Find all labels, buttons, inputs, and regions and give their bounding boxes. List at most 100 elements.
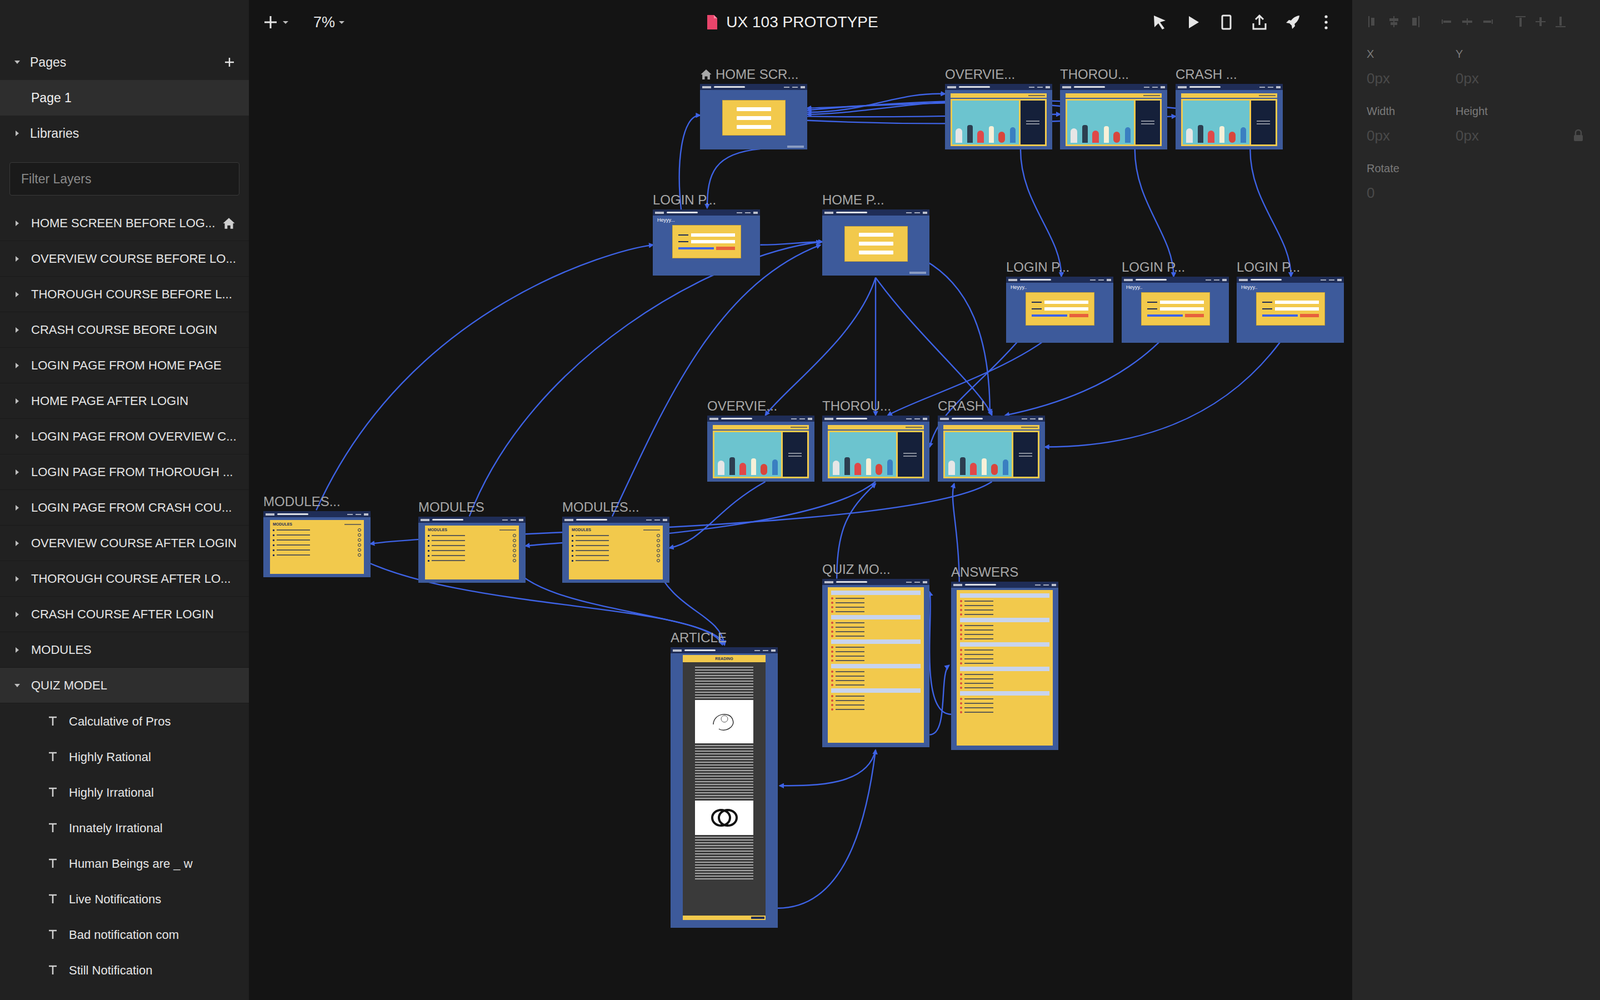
artboard[interactable] bbox=[937, 415, 1045, 482]
pages-title: Pages bbox=[30, 52, 215, 73]
artboard-label[interactable]: QUIZ MO... bbox=[822, 562, 891, 577]
layer-item[interactable]: HOME SCREEN BEFORE LOG... bbox=[0, 205, 249, 242]
lock-button[interactable] bbox=[1571, 124, 1586, 147]
align-button[interactable] bbox=[1533, 14, 1548, 29]
greeting-text: Heyyy.. bbox=[1010, 284, 1109, 291]
text-layer-icon bbox=[46, 928, 59, 941]
artboard-label[interactable]: ARTICLE bbox=[670, 630, 727, 645]
align-icon bbox=[1533, 15, 1548, 29]
layer-item[interactable]: OVERVIEW COURSE AFTER LOGIN bbox=[0, 525, 249, 562]
artboard-label[interactable]: HOME P... bbox=[822, 192, 885, 208]
artboard[interactable] bbox=[700, 83, 808, 150]
artboard[interactable] bbox=[822, 578, 930, 748]
align-button[interactable] bbox=[1386, 14, 1402, 29]
zoom-level: 7% bbox=[313, 11, 335, 34]
artboard[interactable] bbox=[945, 83, 1053, 150]
layer-item[interactable]: LOGIN PAGE FROM HOME PAGE bbox=[0, 347, 249, 384]
artboard[interactable] bbox=[822, 415, 930, 482]
artboard[interactable]: MODULES bbox=[418, 516, 526, 583]
layer-item[interactable]: CRASH COURSE BEORE LOGIN bbox=[0, 312, 249, 348]
artboard-label[interactable]: MODULES... bbox=[263, 494, 341, 509]
caret-right-icon bbox=[13, 290, 22, 299]
align-button[interactable] bbox=[1513, 14, 1528, 29]
more-button[interactable] bbox=[1316, 12, 1336, 32]
artboard-label[interactable]: LOGIN P... bbox=[1006, 260, 1070, 275]
home-icon bbox=[700, 68, 713, 81]
course-illustration bbox=[945, 432, 1012, 477]
align-button[interactable] bbox=[1460, 14, 1475, 29]
field-value[interactable]: 0 bbox=[1366, 182, 1456, 204]
artboard[interactable] bbox=[707, 415, 815, 482]
layer-item[interactable]: HOME PAGE AFTER LOGIN bbox=[0, 383, 249, 419]
artboard[interactable] bbox=[1060, 83, 1168, 150]
artboard-label[interactable]: ANSWERS bbox=[951, 565, 1019, 580]
artboard-title: OVERVIE... bbox=[945, 67, 1015, 82]
field-value[interactable]: 0px bbox=[1455, 125, 1545, 147]
artboard-label[interactable]: OVERVIE... bbox=[707, 398, 778, 414]
publish-rocket-button[interactable] bbox=[1283, 12, 1303, 32]
artboard[interactable]: Heyyy.. bbox=[1006, 276, 1114, 343]
artboard-label[interactable]: LOGIN P... bbox=[1236, 260, 1300, 275]
layer-item[interactable]: THOROUGH COURSE AFTER LO... bbox=[0, 561, 249, 597]
pages-header[interactable]: Pages bbox=[0, 44, 249, 80]
artboard[interactable] bbox=[951, 581, 1059, 750]
share-button[interactable] bbox=[1250, 12, 1269, 32]
page-item[interactable]: Page 1 bbox=[0, 80, 249, 116]
align-button[interactable] bbox=[1553, 14, 1568, 29]
layer-child-item[interactable]: Human Beings are _ w bbox=[0, 845, 249, 882]
canvas[interactable]: 7%UX 103 PROTOTYPE HOME SCR...OVERVIE...… bbox=[248, 0, 1353, 1000]
artboard-label[interactable]: CRASH bbox=[937, 398, 985, 414]
layer-child-item[interactable]: Live Notifications bbox=[0, 881, 249, 917]
libraries-item[interactable]: Libraries bbox=[0, 115, 249, 152]
artboard-label[interactable]: THOROU... bbox=[1060, 67, 1129, 82]
artboard[interactable]: Heyyy.. bbox=[1236, 276, 1344, 343]
layer-item[interactable]: LOGIN PAGE FROM CRASH COU... bbox=[0, 490, 249, 526]
field-label: Height bbox=[1455, 102, 1545, 120]
cursor-button[interactable] bbox=[1150, 12, 1169, 32]
layer-child-item[interactable]: Highly Irrational bbox=[0, 774, 249, 810]
layer-child-item[interactable]: Calculative of Pros bbox=[0, 703, 249, 739]
layer-child-item[interactable]: Innately Irrational bbox=[0, 810, 249, 846]
layer-item[interactable]: LOGIN PAGE FROM OVERVIEW C... bbox=[0, 418, 249, 455]
play-icon bbox=[1184, 13, 1202, 31]
layer-item[interactable]: CRASH COURSE AFTER LOGIN bbox=[0, 596, 249, 633]
artboard-title: ARTICLE bbox=[670, 630, 727, 645]
play-button[interactable] bbox=[1183, 12, 1203, 32]
layer-item[interactable]: THOROUGH COURSE BEFORE L... bbox=[0, 276, 249, 313]
align-button[interactable] bbox=[1480, 14, 1495, 29]
artboard-title: MODULES bbox=[418, 500, 485, 515]
layer-item[interactable]: OVERVIEW COURSE BEFORE LO... bbox=[0, 241, 249, 277]
field-value[interactable]: 0px bbox=[1366, 125, 1456, 147]
align-button[interactable] bbox=[1440, 14, 1455, 29]
artboard-label[interactable]: HOME SCR... bbox=[700, 67, 799, 82]
align-button[interactable] bbox=[1366, 14, 1382, 29]
artboard-label[interactable]: MODULES... bbox=[562, 500, 640, 515]
field-value[interactable]: 0px bbox=[1455, 67, 1545, 90]
layer-child-item[interactable]: Still Notification bbox=[0, 952, 249, 988]
layer-item[interactable]: LOGIN PAGE FROM THOROUGH ... bbox=[0, 454, 249, 490]
artboard-label[interactable]: LOGIN P... bbox=[1121, 260, 1185, 275]
artboard[interactable]: MODULES bbox=[562, 516, 670, 583]
artboard[interactable]: READING bbox=[670, 647, 778, 928]
artboard-label[interactable]: THOROU... bbox=[822, 398, 892, 414]
artboard-label[interactable]: MODULES bbox=[418, 500, 485, 515]
artboard-label[interactable]: LOGIN P... bbox=[652, 192, 717, 208]
layer-item[interactable]: QUIZ MODEL bbox=[0, 667, 249, 704]
artboard[interactable] bbox=[822, 209, 930, 276]
align-button[interactable] bbox=[1406, 14, 1422, 29]
zoom-menu[interactable]: 7% bbox=[313, 11, 345, 34]
artboard[interactable] bbox=[1175, 83, 1283, 150]
device-button[interactable] bbox=[1216, 12, 1236, 32]
artboard[interactable]: Heyyy... bbox=[652, 209, 760, 276]
layer-child-item[interactable]: Bad notification com bbox=[0, 916, 249, 953]
artboard[interactable]: MODULES bbox=[263, 511, 371, 578]
field-value[interactable]: 0px bbox=[1366, 67, 1456, 90]
layer-child-item[interactable]: Highly Rational bbox=[0, 738, 249, 775]
artboard-label[interactable]: OVERVIE... bbox=[945, 67, 1015, 82]
layer-item[interactable]: MODULES bbox=[0, 632, 249, 668]
artboard-label[interactable]: CRASH ... bbox=[1175, 67, 1238, 82]
artboard[interactable]: Heyyy.. bbox=[1121, 276, 1229, 343]
add-button[interactable] bbox=[262, 13, 289, 31]
filter-layers-input[interactable] bbox=[9, 162, 240, 196]
inspector-panel: X0pxY0pxWidth0pxHeight0pxRotate0 bbox=[1352, 0, 1600, 1000]
